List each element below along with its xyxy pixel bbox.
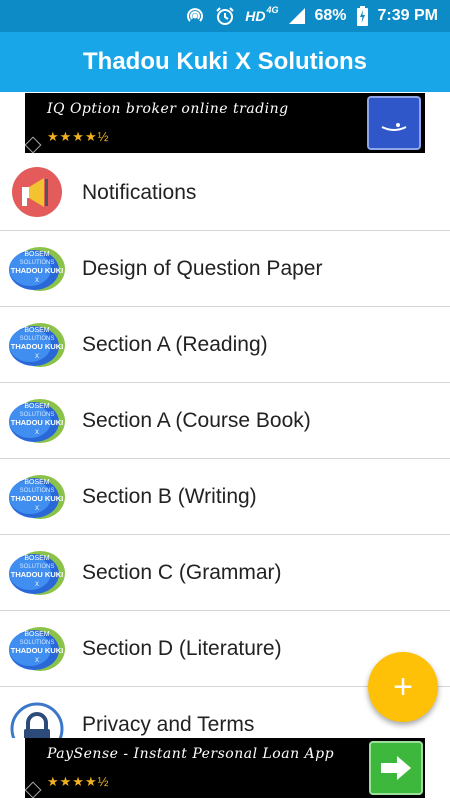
menu-item-design-of-question-paper[interactable]: BOSEM SOLUTIONS THADOU KUKI X Design of … (0, 231, 450, 307)
hotspot-icon (185, 6, 205, 26)
menu-item-section-a-course-book[interactable]: BOSEM SOLUTIONS THADOU KUKI X Section A … (0, 383, 450, 459)
menu-item-label: Section B (Writing) (82, 485, 257, 508)
menu-item-label: Section C (Grammar) (82, 561, 282, 584)
add-fab-button[interactable]: + (368, 652, 438, 722)
menu-item-label: Section A (Course Book) (82, 409, 311, 432)
bosem-logo-icon: BOSEM SOLUTIONS THADOU KUKI X (8, 241, 66, 297)
svg-text:THADOU KUKI: THADOU KUKI (11, 342, 64, 351)
svg-text:X: X (35, 354, 39, 360)
ad-banner-top[interactable]: IQ Option broker online trading ★★★★½ (25, 93, 425, 153)
menu-item-notifications[interactable]: Notifications (0, 155, 450, 231)
status-bar: HD 4G 68% 7:39 PM (0, 0, 450, 32)
svg-text:THADOU KUKI: THADOU KUKI (11, 646, 64, 655)
svg-text:X: X (35, 278, 39, 284)
ad-text: IQ Option broker online trading (47, 101, 289, 117)
menu-item-label: Section A (Reading) (82, 333, 268, 356)
svg-text:THADOU KUKI: THADOU KUKI (11, 418, 64, 427)
svg-text:BOSEM: BOSEM (24, 327, 49, 334)
svg-text:THADOU KUKI: THADOU KUKI (11, 266, 64, 275)
svg-text:X: X (35, 582, 39, 588)
alarm-icon (215, 6, 235, 26)
bosem-logo-icon: BOSEM SOLUTIONS THADOU KUKI X (8, 545, 66, 601)
signal-icon (288, 8, 305, 24)
ad-text: PaySense - Instant Personal Loan App (47, 746, 335, 762)
app-title: Thadou Kuki X Solutions (83, 48, 367, 75)
ad-choices-icon[interactable] (25, 136, 42, 153)
menu-item-label: Notifications (82, 181, 197, 204)
ad-app-icon[interactable] (367, 96, 421, 150)
svg-text:X: X (35, 506, 39, 512)
battery-charging-icon (356, 6, 368, 26)
ad-banner-bottom[interactable]: PaySense - Instant Personal Loan App ★★★… (25, 738, 425, 798)
menu-item-label: Privacy and Terms (82, 713, 255, 736)
app-bar: Thadou Kuki X Solutions (0, 32, 450, 92)
arrow-right-icon[interactable] (369, 741, 423, 795)
menu-item-label: Design of Question Paper (82, 257, 323, 280)
menu-list: Notifications BOSEM SOLUTIONS THADOU KUK… (0, 155, 450, 738)
bosem-logo-icon: BOSEM SOLUTIONS THADOU KUKI X (8, 469, 66, 525)
svg-text:X: X (35, 430, 39, 436)
menu-item-section-a-reading[interactable]: BOSEM SOLUTIONS THADOU KUKI X Section A … (0, 307, 450, 383)
bosem-logo-icon: BOSEM SOLUTIONS THADOU KUKI X (8, 317, 66, 373)
menu-item-label: Section D (Literature) (82, 637, 282, 660)
megaphone-icon (8, 165, 66, 221)
svg-text:BOSEM: BOSEM (24, 403, 49, 410)
clock-time: 7:39 PM (377, 7, 438, 24)
svg-text:THADOU KUKI: THADOU KUKI (11, 570, 64, 579)
menu-item-section-b-writing[interactable]: BOSEM SOLUTIONS THADOU KUKI X Section B … (0, 459, 450, 535)
ad-choices-icon[interactable] (25, 781, 42, 798)
ad-rating: ★★★★½ (47, 129, 110, 144)
battery-percent: 68% (314, 7, 347, 24)
menu-item-section-c-grammar[interactable]: BOSEM SOLUTIONS THADOU KUKI X Section C … (0, 535, 450, 611)
network-type: HD 4G (245, 5, 279, 24)
bosem-logo-icon: BOSEM SOLUTIONS THADOU KUKI X (8, 621, 66, 677)
lock-icon (8, 697, 66, 738)
svg-text:BOSEM: BOSEM (24, 631, 49, 638)
plus-icon: + (393, 667, 413, 706)
bosem-logo-icon: BOSEM SOLUTIONS THADOU KUKI X (8, 393, 66, 449)
svg-text:BOSEM: BOSEM (24, 251, 49, 258)
svg-text:X: X (35, 658, 39, 664)
svg-text:BOSEM: BOSEM (24, 479, 49, 486)
svg-text:THADOU KUKI: THADOU KUKI (11, 494, 64, 503)
svg-text:BOSEM: BOSEM (24, 555, 49, 562)
ad-rating: ★★★★½ (47, 774, 110, 789)
